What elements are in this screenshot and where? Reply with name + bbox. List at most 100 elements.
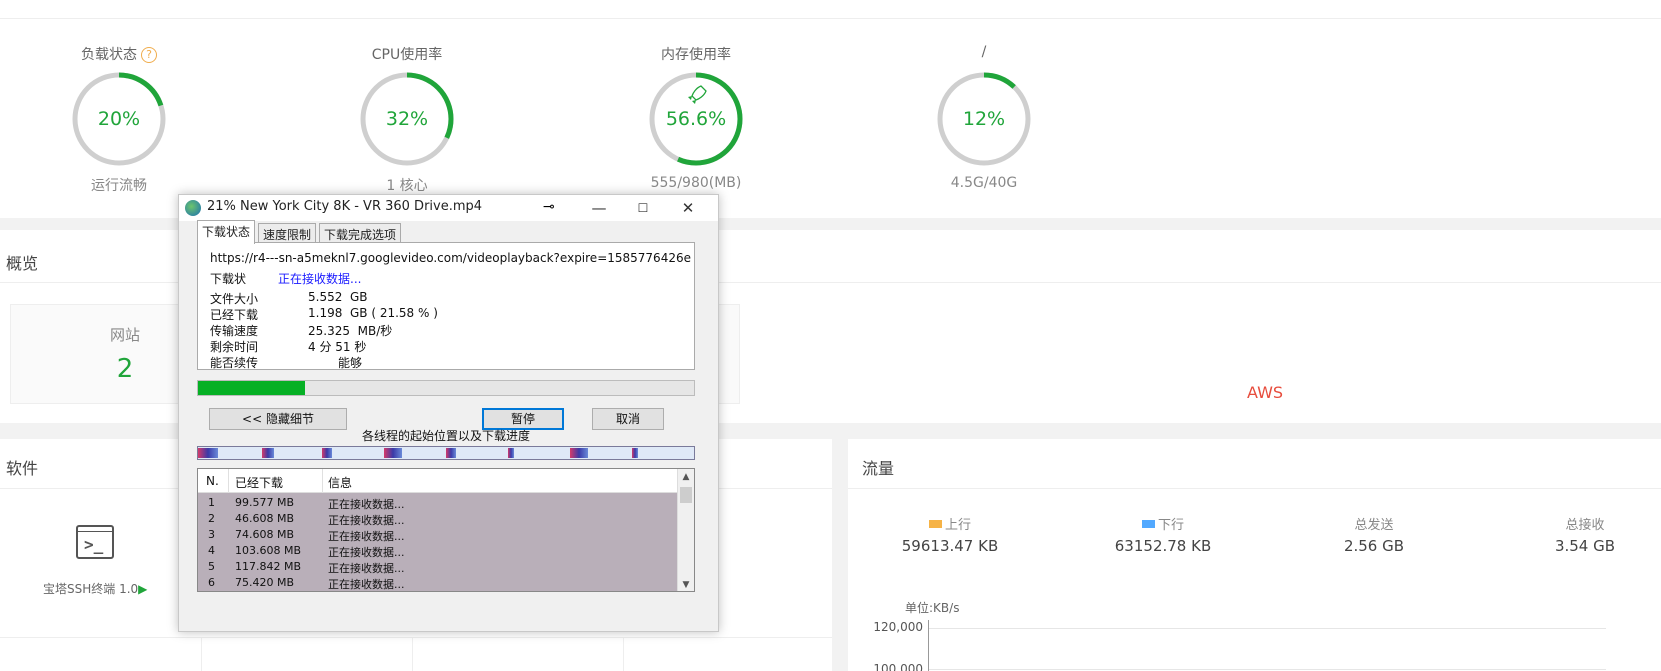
chart-unit-label: 单位:KB/s — [905, 601, 960, 615]
thread-row[interactable]: 6 75.420 MB 正在接收数据... — [198, 575, 678, 591]
traffic-title: 流量 — [862, 459, 895, 478]
download-url: https://r4---sn-a5meknl7.googlevideo.com… — [210, 251, 692, 265]
legend-upload[interactable]: 上行 — [850, 514, 1050, 533]
gauge-value: 56.6% — [665, 108, 727, 130]
tab-on-complete[interactable]: 下载完成选项 — [319, 223, 402, 243]
gauge-value: 20% — [97, 108, 141, 130]
thread-info: 正在接收数据... — [328, 498, 405, 511]
chart-gridline — [928, 669, 1606, 670]
thread-segment — [508, 448, 514, 458]
thread-row[interactable]: 1 99.577 MB 正在接收数据... — [198, 495, 678, 511]
terminal-icon[interactable]: >_ — [76, 525, 114, 559]
thread-row[interactable]: 5 117.842 MB 正在接收数据... — [198, 559, 678, 575]
divider — [623, 637, 624, 671]
divider — [201, 637, 202, 671]
divider — [0, 637, 832, 638]
threads-list-body: 1 99.577 MB 正在接收数据... 2 46.608 MB 正在接收数据... … — [198, 493, 678, 591]
dialog-titlebar[interactable]: 21% New York City 8K - VR 360 Drive.mp4 … — [179, 195, 718, 221]
resume-value: 能够 — [338, 356, 363, 370]
chart-gridline — [928, 628, 1606, 629]
divider — [0, 18, 1661, 19]
thread-row[interactable]: 2 46.608 MB 正在接收数据... — [198, 511, 678, 527]
upload-value: 59613.47 KB — [901, 537, 999, 555]
speed-value: 25.325 MB/秒 — [308, 324, 393, 338]
play-icon: ▶ — [138, 582, 148, 596]
gauge-label-load: 负载状态? — [19, 44, 219, 64]
divider — [848, 488, 1661, 489]
threads-progress-bar — [197, 446, 695, 460]
gauge-load[interactable]: 20% — [69, 69, 169, 169]
gauge-memory[interactable]: 56.6% — [646, 69, 746, 169]
chart-y-axis — [928, 620, 929, 671]
col-header-downloaded[interactable]: 已经下载 — [235, 474, 283, 491]
dialog-title: 21% New York City 8K - VR 360 Drive.mp4 — [207, 199, 483, 214]
file-size-label: 文件大小 — [210, 292, 259, 306]
legend-swatch-download — [1141, 520, 1155, 528]
download-dialog: 21% New York City 8K - VR 360 Drive.mp4 … — [178, 194, 719, 632]
thread-segment — [632, 448, 638, 458]
total-sent-value: 2.56 GB — [1343, 537, 1405, 555]
thread-number: 4 — [208, 544, 215, 557]
gauge-value: 12% — [962, 108, 1006, 130]
divider — [228, 469, 229, 493]
thread-number: 2 — [208, 512, 215, 525]
thread-segment — [446, 448, 456, 458]
thread-row[interactable]: 4 103.608 MB 正在接收数据... — [198, 543, 678, 559]
resume-label: 能否续传 — [210, 356, 259, 370]
aws-label: AWS — [1247, 383, 1284, 402]
thread-info: 正在接收数据... — [328, 530, 405, 543]
close-button[interactable]: ✕ — [673, 197, 703, 219]
thread-number: 1 — [208, 496, 215, 509]
maximize-button[interactable]: ☐ — [628, 197, 658, 219]
file-size-value: 5.552 GB — [308, 290, 368, 304]
downloaded-value: 1.198 GB ( 21.58 % ) — [308, 306, 438, 320]
total-received-value: 3.54 GB — [1554, 537, 1616, 555]
gauge-sub-memory: 555/980(MB) — [650, 175, 742, 191]
legend-download[interactable]: 下行 — [1063, 514, 1263, 533]
legend-swatch-upload — [928, 520, 942, 528]
idm-app-icon — [185, 200, 201, 216]
downloaded-label: 已经下载 — [210, 308, 259, 322]
minimize-button[interactable]: — — [584, 197, 614, 219]
download-progress-bar — [197, 380, 695, 396]
gauge-disk[interactable]: 12% — [934, 69, 1034, 169]
site-count[interactable]: 2 — [75, 354, 175, 384]
y-tick: 120,000 — [873, 620, 923, 634]
thread-row[interactable]: 3 74.608 MB 正在接收数据... — [198, 527, 678, 543]
thread-segment — [262, 448, 274, 458]
gauge-cpu[interactable]: 32% — [357, 69, 457, 169]
tab-speed-limit[interactable]: 速度限制 — [258, 223, 317, 243]
ssh-terminal-link[interactable]: 宝塔SSH终端 1.0▶ — [43, 580, 147, 597]
thread-segment — [384, 448, 402, 458]
scroll-thumb[interactable] — [680, 487, 692, 503]
ticker-icon[interactable]: ⊸ — [543, 199, 563, 215]
col-header-n[interactable]: N. — [206, 474, 219, 488]
col-header-info[interactable]: 信息 — [328, 474, 352, 491]
thread-downloaded: 117.842 MB — [235, 560, 302, 573]
tab-download-status[interactable]: 下载状态 — [197, 220, 256, 244]
gauge-label-cpu: CPU使用率 — [371, 47, 443, 63]
threads-caption: 各线程的起始位置以及下载进度 — [361, 429, 530, 443]
status-value: 正在接收数据... — [278, 272, 362, 286]
help-icon[interactable]: ? — [141, 47, 157, 63]
scroll-up-icon[interactable]: ▲ — [678, 469, 694, 485]
threads-list[interactable]: N. 已经下载 信息 1 99.577 MB 正在接收数据... 2 46.608 M… — [197, 468, 695, 592]
total-sent-label: 总发送 — [1354, 518, 1394, 533]
y-tick: 100,000 — [873, 662, 923, 671]
thread-number: 3 — [208, 528, 215, 541]
thread-downloaded: 74.608 MB — [235, 528, 295, 541]
scroll-down-icon[interactable]: ▼ — [678, 577, 694, 591]
gauge-label-disk: / — [981, 44, 987, 60]
thread-segment — [322, 448, 332, 458]
thread-downloaded: 75.420 MB — [235, 576, 295, 589]
thread-segment — [198, 448, 218, 458]
gauge-sub-disk: 4.5G/40G — [950, 175, 1018, 191]
site-label: 网站 — [109, 326, 140, 344]
thread-info: 正在接收数据... — [328, 578, 405, 591]
gauge-label-memory: 内存使用率 — [661, 47, 731, 63]
speed-label: 传输速度 — [210, 324, 259, 338]
threads-scrollbar[interactable]: ▲ ▼ — [677, 469, 694, 591]
divider — [412, 637, 413, 671]
status-panel: https://r4---sn-a5meknl7.googlevideo.com… — [197, 242, 695, 370]
remaining-value: 4 分 51 秒 — [308, 340, 367, 354]
